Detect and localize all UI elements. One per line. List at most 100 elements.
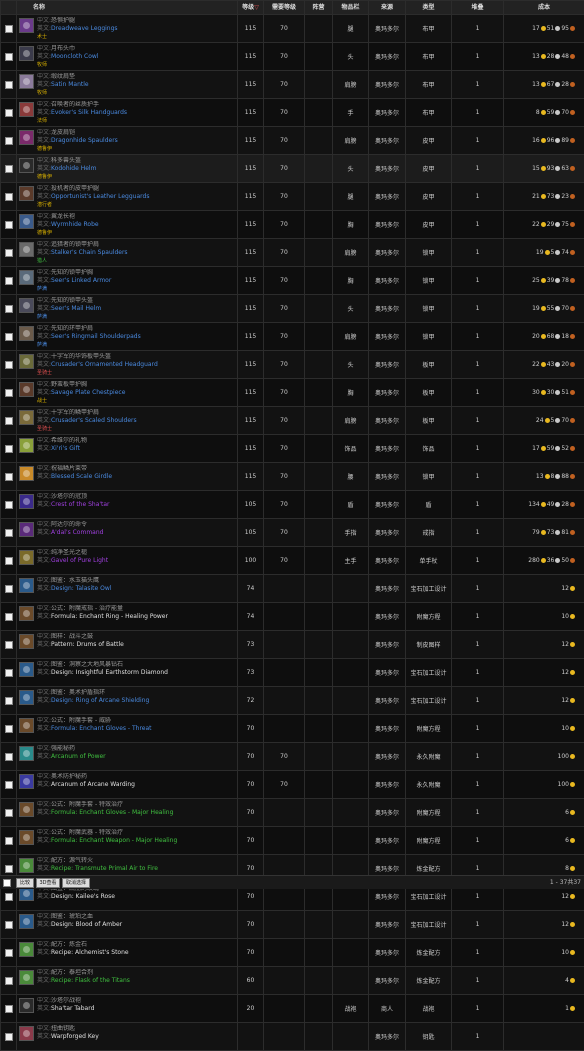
item-name-cell[interactable]: 中文:奥术防护秘药英文:Arcanum of Arcane Warding [17,771,238,799]
table-row[interactable]: 中文:龙皮肩铠英文:Dragonhide Spaulders德鲁伊11570肩膀… [1,127,584,155]
source-cell[interactable]: 商人 [369,995,406,1023]
row-checkbox[interactable] [5,305,13,313]
row-checkbox[interactable] [5,557,13,565]
row-checkbox-cell[interactable] [1,99,17,127]
item-name-cell[interactable]: 中文:召唤者的丝质护手英文:Evoker's Silk Handguards法师 [17,99,238,127]
source-cell[interactable]: 奥玛多尔 [369,491,406,519]
row-checkbox-cell[interactable] [1,43,17,71]
item-name-en[interactable]: Xi'ri's Gift [51,445,80,452]
table-row[interactable]: 中文:扭曲钥匙英文:Warpforged Key奥玛多尔钥匙1 [1,1023,584,1051]
row-checkbox[interactable] [5,921,13,929]
source-cell[interactable]: 奥玛多尔 [369,379,406,407]
item-name-en[interactable]: Design: Insightful Earthstorm Diamond [51,669,168,676]
item-name-en[interactable]: Savage Plate Chestpiece [51,389,125,396]
item-icon[interactable] [19,662,34,677]
item-icon[interactable] [19,606,34,621]
type-cell[interactable]: 锁甲 [406,239,452,267]
type-cell[interactable]: 皮甲 [406,183,452,211]
item-name-cell[interactable]: 中文:扭曲钥匙英文:Warpforged Key [17,1023,238,1051]
type-cell[interactable]: 戒指 [406,519,452,547]
row-checkbox[interactable] [5,417,13,425]
item-name-cell[interactable]: 中文:先知的锁甲头盔英文:Seer's Mail Helm萨满 [17,295,238,323]
type-cell[interactable]: 附魔方程 [406,799,452,827]
row-checkbox-cell[interactable] [1,127,17,155]
source-cell[interactable]: 奥玛多尔 [369,967,406,995]
row-checkbox-cell[interactable] [1,407,17,435]
item-name-en[interactable]: Arcanum of Power [51,753,106,760]
item-icon[interactable] [19,746,34,761]
item-name-en[interactable]: Satin Mantle [51,81,89,88]
row-checkbox[interactable] [5,277,13,285]
item-name-cn[interactable]: 翼龙长袍 [51,213,75,220]
source-cell[interactable]: 奥玛多尔 [369,911,406,939]
type-cell[interactable]: 布甲 [406,43,452,71]
item-icon[interactable] [19,970,34,985]
item-name-en[interactable]: Design: Kailee's Rose [51,893,115,900]
source-cell[interactable]: 奥玛多尔 [369,799,406,827]
item-name-cell[interactable]: 中文:野蛮板甲护胸英文:Savage Plate Chestpiece战士 [17,379,238,407]
item-icon[interactable] [19,130,34,145]
type-cell[interactable]: 永久附魔 [406,771,452,799]
item-name-en[interactable]: Seer's Ringmail Shoulderpads [51,333,141,340]
type-cell[interactable]: 皮甲 [406,211,452,239]
type-cell[interactable]: 制皮图样 [406,631,452,659]
type-cell[interactable]: 宝石加工设计 [406,659,452,687]
source-cell[interactable]: 奥玛多尔 [369,603,406,631]
select-all-checkbox[interactable] [3,879,11,887]
source-cell[interactable]: 奥玛多尔 [369,575,406,603]
table-row[interactable]: 中文:强能秘药英文:Arcanum of Power7070奥玛多尔永久附魔11… [1,743,584,771]
item-icon[interactable] [19,410,34,425]
row-checkbox[interactable] [5,1033,13,1041]
item-icon[interactable] [19,354,34,369]
type-cell[interactable]: 附魔方程 [406,827,452,855]
item-name-cell[interactable]: 中文:祝福鳞片束带英文:Blessed Scale Girdle [17,463,238,491]
row-checkbox[interactable] [5,25,13,33]
item-name-en[interactable]: Design: Talasite Owl [51,585,111,592]
row-checkbox-cell[interactable] [1,183,17,211]
item-name-cell[interactable]: 中文:公式：附魔戒指 - 治疗能量英文:Formula: Enchant Rin… [17,603,238,631]
type-cell[interactable]: 板甲 [406,351,452,379]
row-checkbox-cell[interactable] [1,491,17,519]
type-cell[interactable]: 炼金配方 [406,939,452,967]
row-checkbox[interactable] [5,165,13,173]
item-name-cell[interactable]: 中文:希维尔的礼物英文:Xi'ri's Gift [17,435,238,463]
source-cell[interactable]: 奥玛多尔 [369,435,406,463]
table-row[interactable]: 中文:配方：泰坦合剂英文:Recipe: Flask of the Titans… [1,967,584,995]
type-cell[interactable]: 锁甲 [406,463,452,491]
type-cell[interactable]: 皮甲 [406,127,452,155]
row-checkbox[interactable] [5,753,13,761]
header-req-level[interactable]: 需要等级 [264,1,305,15]
source-cell[interactable]: 奥玛多尔 [369,519,406,547]
row-checkbox[interactable] [5,193,13,201]
item-name-en[interactable]: Recipe: Flask of the Titans [51,977,130,984]
row-checkbox[interactable] [5,501,13,509]
item-icon[interactable] [19,438,34,453]
source-cell[interactable]: 奥玛多尔 [369,127,406,155]
row-checkbox[interactable] [5,865,13,873]
item-icon[interactable] [19,158,34,173]
item-name-cn[interactable]: 阿达尔的命令 [51,521,87,528]
source-cell[interactable]: 奥玛多尔 [369,715,406,743]
item-name-cell[interactable]: 中文:科多兽头盔英文:Kodohide Helm德鲁伊 [17,155,238,183]
row-checkbox-cell[interactable] [1,575,17,603]
source-cell[interactable]: 奥玛多尔 [369,99,406,127]
deselect-button[interactable]: 取消选择 [62,878,90,888]
row-checkbox-cell[interactable] [1,379,17,407]
table-row[interactable]: 中文:沙塔尔的冠顶英文:Crest of the Sha'tar10570盾奥玛… [1,491,584,519]
item-name-en[interactable]: Design: Blood of Amber [51,921,122,928]
item-name-en[interactable]: Dragonhide Spaulders [51,137,118,144]
item-name-cell[interactable]: 中文:图鉴：水玉猫头鹰英文:Design: Talasite Owl [17,575,238,603]
row-checkbox[interactable] [5,641,13,649]
type-cell[interactable]: 宝石加工设计 [406,687,452,715]
row-checkbox[interactable] [5,669,13,677]
source-cell[interactable]: 奥玛多尔 [369,239,406,267]
row-checkbox[interactable] [5,81,13,89]
row-checkbox[interactable] [5,221,13,229]
row-checkbox-cell[interactable] [1,687,17,715]
item-name-cn[interactable]: 龙皮肩铠 [51,129,75,136]
type-cell[interactable]: 炼金配方 [406,967,452,995]
item-icon[interactable] [19,942,34,957]
row-checkbox[interactable] [5,977,13,985]
row-checkbox[interactable] [5,781,13,789]
type-cell[interactable]: 战袍 [406,995,452,1023]
